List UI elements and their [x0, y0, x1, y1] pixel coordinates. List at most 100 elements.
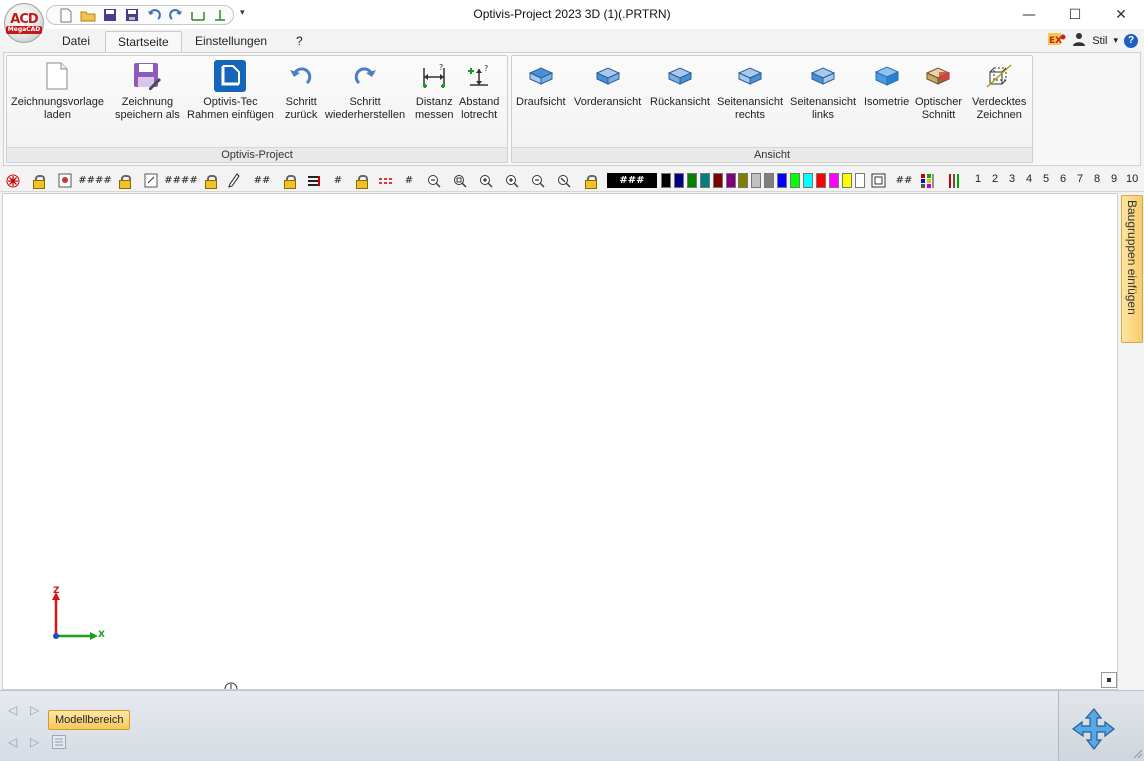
layer-number[interactable]: 7 [1077, 173, 1083, 185]
layer-number[interactable]: 10 [1126, 173, 1138, 185]
zoom-in-icon[interactable] [504, 172, 520, 189]
redo-step-button[interactable]: Schritt wiederherstellen [325, 60, 405, 122]
resize-grip-icon[interactable] [1133, 749, 1143, 759]
color-grid-icon[interactable] [920, 172, 938, 189]
color-swatch[interactable] [738, 173, 749, 188]
color-value[interactable]: ### [607, 173, 657, 188]
pan-arrows-icon[interactable] [1071, 707, 1117, 751]
color-swatch[interactable] [751, 173, 762, 188]
color-swatch[interactable] [828, 173, 839, 188]
group-value[interactable]: #### [164, 172, 198, 189]
list-icon[interactable] [52, 735, 66, 752]
color-swatch[interactable] [815, 173, 826, 188]
back-view-button[interactable]: Rückansicht [650, 60, 710, 109]
minimize-button[interactable]: — [1006, 0, 1052, 29]
style-label[interactable]: Stil [1092, 35, 1107, 47]
group-icon[interactable] [143, 172, 159, 189]
megacad-logo[interactable]: ACD MegaCAD [4, 3, 44, 43]
snap-star-icon[interactable] [5, 172, 21, 189]
nav-right-icon[interactable]: ▷ [30, 703, 39, 717]
nav-right-icon[interactable]: ▷ [30, 735, 39, 749]
line-width-value[interactable]: # [329, 172, 347, 189]
color-swatch[interactable] [854, 173, 865, 188]
lock-icon[interactable] [355, 172, 368, 189]
layer-number[interactable]: 5 [1043, 173, 1049, 185]
tab-help[interactable]: ? [284, 31, 315, 52]
layer-number[interactable]: 8 [1094, 173, 1100, 185]
layer-value[interactable]: #### [78, 172, 112, 189]
user-icon[interactable] [1072, 32, 1086, 49]
color-swatch[interactable] [661, 173, 671, 188]
lock-icon[interactable] [32, 172, 45, 189]
open-folder-icon[interactable] [79, 7, 96, 23]
zoom-window-icon[interactable] [452, 172, 468, 189]
save-as-icon[interactable] [123, 7, 140, 23]
save-icon[interactable] [101, 7, 118, 23]
right-side-view-button[interactable]: Seitenansicht rechts [717, 60, 783, 122]
layer-icon[interactable] [57, 172, 73, 189]
undo-step-button[interactable]: Schritt zurück [285, 60, 317, 122]
lock-icon[interactable] [118, 172, 131, 189]
zoom-out-icon[interactable] [426, 172, 442, 189]
line-type-icon[interactable] [378, 172, 396, 189]
color-swatch[interactable] [699, 173, 710, 188]
color-swatch[interactable] [802, 173, 813, 188]
tab-einstellungen[interactable]: Einstellungen [183, 31, 279, 52]
nav-left-icon[interactable]: ◁ [8, 735, 17, 749]
front-view-button[interactable]: Vorderansicht [574, 60, 641, 109]
zoom-all-icon[interactable] [478, 172, 494, 189]
color-swatch[interactable] [725, 173, 736, 188]
color-swatch[interactable] [777, 173, 788, 188]
save-drawing-as-button[interactable]: Zeichnung speichern als [115, 60, 180, 122]
layer-number[interactable]: 3 [1009, 173, 1015, 185]
color-swatch[interactable] [764, 173, 775, 188]
pen-value[interactable]: ## [250, 172, 274, 189]
color-swatch[interactable] [686, 173, 697, 188]
tab-modellbereich[interactable]: Modellbereich [48, 710, 131, 730]
isometric-view-button[interactable]: Isometrie [864, 60, 909, 109]
side-panel-baugruppen[interactable]: Baugruppen einfügen [1121, 195, 1143, 343]
style-dropdown-icon[interactable]: ▾ [1113, 35, 1118, 46]
tab-startseite[interactable]: Startseite [105, 31, 182, 52]
zoom-previous-icon[interactable] [530, 172, 546, 189]
color-swatch[interactable] [712, 173, 723, 188]
undo-icon[interactable] [145, 7, 162, 23]
help-icon[interactable]: ? [1124, 33, 1138, 48]
maximize-button[interactable]: ☐ [1052, 0, 1098, 29]
layer-number[interactable]: 2 [992, 173, 998, 185]
grid-value[interactable]: ## [894, 172, 914, 189]
perpendicular-small-icon[interactable] [211, 7, 228, 23]
redo-icon[interactable] [167, 7, 184, 23]
pen-icon[interactable] [227, 172, 241, 189]
close-button[interactable]: ✕ [1098, 0, 1144, 29]
layer-number[interactable]: 9 [1111, 173, 1117, 185]
lock-icon[interactable] [584, 172, 597, 189]
frame-icon[interactable] [870, 172, 886, 189]
color-swatch[interactable] [673, 173, 684, 188]
optical-section-button[interactable]: Optischer Schnitt [915, 60, 962, 122]
color-swatch[interactable] [841, 173, 852, 188]
view-corner-button[interactable] [1101, 672, 1117, 688]
tab-datei[interactable]: Datei [50, 31, 102, 52]
perpendicular-distance-button[interactable]: ? Abstand lotrecht [459, 60, 499, 122]
layer-number[interactable]: 4 [1026, 173, 1032, 185]
lock-icon[interactable] [283, 172, 296, 189]
new-file-icon[interactable] [57, 7, 74, 23]
qat-customize-icon[interactable]: ▾ [240, 8, 245, 18]
excel-icon[interactable]: EX [1048, 32, 1066, 49]
color-swatch[interactable] [790, 173, 800, 188]
load-template-button[interactable]: Zeichnungsvorlage laden [11, 60, 104, 122]
measure-distance-small-icon[interactable] [189, 7, 206, 23]
line-type-value[interactable]: # [400, 172, 418, 189]
insert-frame-button[interactable]: Optivis-Tec Rahmen einfügen [187, 60, 274, 122]
top-view-button[interactable]: Draufsicht [516, 60, 566, 109]
zoom-pan-icon[interactable] [556, 172, 572, 189]
layer-number[interactable]: 1 [975, 173, 981, 185]
measure-distance-button[interactable]: ? Distanz messen [415, 60, 454, 122]
drawing-canvas[interactable]: Z X [2, 193, 1118, 690]
line-width-icon[interactable] [306, 172, 322, 189]
layer-number[interactable]: 6 [1060, 173, 1066, 185]
hidden-lines-button[interactable]: Verdecktes Zeichnen [972, 60, 1026, 122]
lock-icon[interactable] [204, 172, 217, 189]
left-side-view-button[interactable]: Seitenansicht links [790, 60, 856, 122]
